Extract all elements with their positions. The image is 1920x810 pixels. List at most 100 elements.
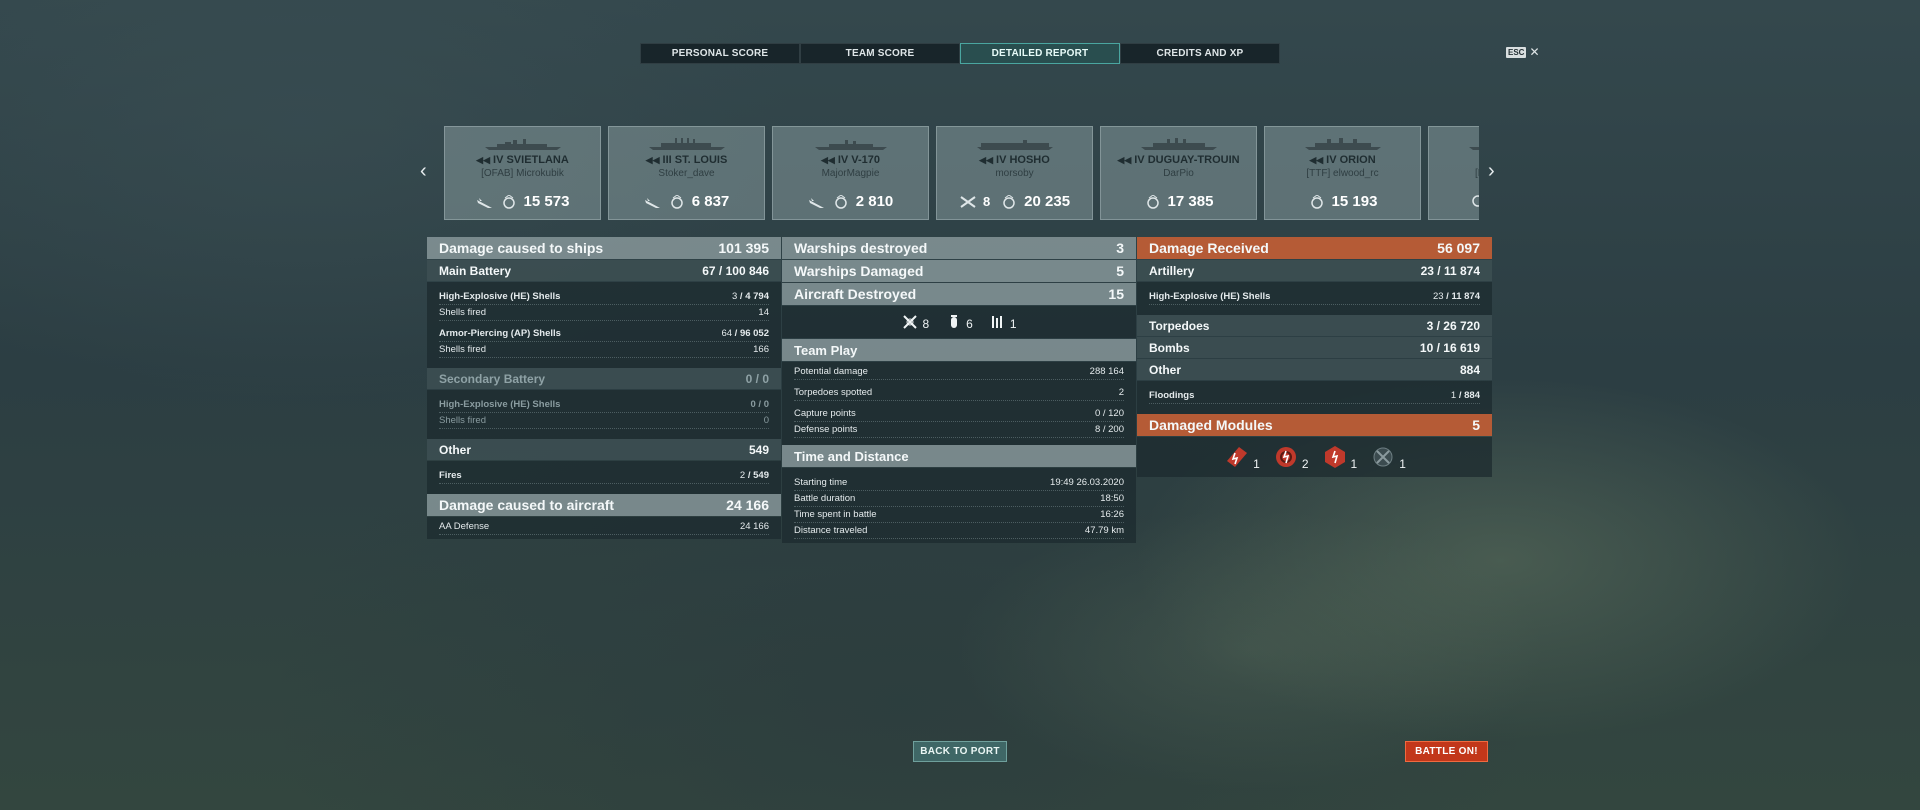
other-received-header: Other 884 — [1137, 359, 1492, 380]
report-tabs: PERSONAL SCORE TEAM SCORE DETAILED REPOR… — [640, 43, 1280, 64]
destroyed-panel: Warships destroyed 3 Warships Damaged 5 Ai… — [782, 237, 1136, 543]
aa-mount-module: 1 — [1369, 443, 1406, 471]
bomb-stat: 6 — [945, 313, 973, 331]
aircraft-destroyed-icons: 8 6 1 — [782, 306, 1136, 338]
stat-row: High-Explosive (HE) Shells 0 / 0 — [439, 397, 769, 413]
warships-destroyed-header: Warships destroyed 3 — [782, 237, 1136, 259]
turret-icon — [1324, 446, 1345, 468]
torpedoes-header: Torpedoes 3 / 26 720 — [1137, 315, 1492, 336]
damage-icon — [834, 194, 847, 209]
stat-row: Battle duration 18:50 — [794, 491, 1124, 507]
ship-card[interactable]: ◀◀ IV V-170 MajorMagpie 2 810 — [772, 126, 929, 220]
stat-row: Potential damage 288 164 — [794, 364, 1124, 380]
damage-caused-header: Damage caused to ships 101 395 — [427, 237, 781, 259]
aircraft-rows: AA Defense 24 166 — [427, 517, 781, 539]
ship-stats: 15 193 — [1265, 193, 1420, 210]
other-damage-header: Other 549 — [427, 439, 781, 460]
player-name: [TTF] elwood_rc — [1306, 168, 1379, 179]
turret-module: 1 — [1321, 443, 1357, 471]
player-name: [M — [1475, 168, 1479, 179]
fighter-kill-icon — [903, 315, 918, 329]
esc-key-badge: ESC — [1506, 46, 1527, 58]
close-button[interactable]: ESC ✕ — [1506, 45, 1540, 59]
close-icon: ✕ — [1529, 45, 1540, 59]
artillery-rows: High-Explosive (HE) Shells 23 / 11 874 — [1137, 282, 1492, 309]
ship-silhouette-icon — [977, 140, 1053, 150]
stat-row: Fires 2 / 549 — [439, 468, 769, 484]
carousel-next-button[interactable]: › — [1488, 160, 1495, 183]
damage-value: 17 385 — [1167, 193, 1214, 210]
damage-value: 6 837 — [691, 193, 730, 210]
other-damage-rows: Fires 2 / 549 — [427, 461, 781, 488]
ship-name: ◀◀ IV V-170 — [820, 154, 881, 166]
player-name: MajorMagpie — [821, 168, 880, 179]
team-play-header: Team Play — [782, 339, 1136, 361]
damage-icon — [502, 194, 515, 209]
ship-carousel: ◀◀ IV SVIETLANA [OFAB] Microkubik 15 573 … — [444, 126, 1479, 220]
tab-personal-score[interactable]: PERSONAL SCORE — [640, 43, 800, 64]
player-name: Stoker_dave — [658, 168, 715, 179]
stat-row: Shells fired 0 — [439, 413, 769, 429]
damage-caused-panel: Damage caused to ships 101 395 Main Batte… — [427, 237, 781, 539]
aircraft-destroyed-header: Aircraft Destroyed 15 — [782, 283, 1136, 305]
damaged-modules-icons: 1 2 1 1 — [1137, 437, 1492, 477]
damage-received-panel: Damage Received 56 097 Artillery 23 / 11 … — [1137, 237, 1492, 477]
torpedo-bomber-icon — [991, 316, 1002, 328]
time-distance-header: Time and Distance — [782, 445, 1136, 467]
stat-row: Shells fired 14 — [439, 305, 769, 321]
plane-icon — [644, 197, 660, 208]
engine-icon — [1227, 447, 1248, 467]
steering-icon — [1275, 447, 1296, 467]
ship-card[interactable]: ◀◀ IV HOSHO morsoby 8 20 235 — [936, 126, 1093, 220]
tab-credits-xp[interactable]: CREDITS AND XP — [1120, 43, 1280, 64]
tab-detailed-report[interactable]: DETAILED REPORT — [960, 43, 1120, 64]
ship-card[interactable]: ◀◀ III ST. LOUIS Stoker_dave 6 837 — [608, 126, 765, 220]
ship-name: ◀◀ IV ORION — [1309, 154, 1376, 166]
stat-row: Starting time 19:49 26.03.2020 — [794, 475, 1124, 491]
damage-icon — [1310, 194, 1323, 209]
damage-received-header: Damage Received 56 097 — [1137, 237, 1492, 259]
stat-row: Capture points 0 / 120 — [794, 406, 1124, 422]
frags-value: 8 — [982, 194, 991, 209]
damage-icon — [1472, 195, 1479, 207]
fighter-kill-stat: 8 — [901, 313, 929, 331]
ship-stats: 2 810 — [773, 193, 928, 210]
plane-icon — [808, 197, 824, 208]
damage-icon — [670, 194, 683, 209]
main-battery-header: Main Battery 67 / 100 846 — [427, 260, 781, 281]
ship-silhouette-icon — [649, 138, 725, 150]
player-name: [OFAB] Microkubik — [481, 168, 564, 179]
stat-row: Defense points 8 / 200 — [794, 422, 1124, 438]
carousel-prev-button[interactable]: ‹ — [420, 160, 427, 183]
other-received-rows: Floodings 1 / 884 — [1137, 381, 1492, 408]
ship-card[interactable]: ◀◀ IV ORION [TTF] elwood_rc 15 193 — [1264, 126, 1421, 220]
damaged-modules-header: Damaged Modules 5 — [1137, 414, 1492, 436]
stat-row: Floodings 1 / 884 — [1149, 388, 1480, 404]
ship-stats: 6 837 — [609, 193, 764, 210]
time-distance-rows: Starting time 19:49 26.03.2020 Battle dur… — [782, 468, 1136, 543]
stat-row: AA Defense 24 166 — [439, 519, 769, 535]
bombs-header: Bombs 10 / 16 619 — [1137, 337, 1492, 358]
ship-stats: 8 20 235 — [937, 193, 1092, 210]
bomb-icon — [951, 315, 958, 328]
damage-value: 20 235 — [1024, 193, 1071, 210]
steering-module: 2 — [1272, 443, 1309, 471]
ship-card[interactable]: ◀◀ IV SVIETLANA [OFAB] Microkubik 15 573 — [444, 126, 601, 220]
stat-row: Distance traveled 47.79 km — [794, 523, 1124, 539]
ship-card[interactable]: [M — [1428, 126, 1479, 220]
player-name: DarPio — [1163, 168, 1194, 179]
damage-value: 15 193 — [1331, 193, 1378, 210]
ship-card[interactable]: ◀◀ IV DUGUAY-TROUIN DarPio 17 385 — [1100, 126, 1257, 220]
plane-icon — [476, 197, 492, 208]
back-to-port-button[interactable]: BACK TO PORT — [913, 741, 1007, 762]
ship-stats — [1429, 193, 1479, 207]
ship-name: ◀◀ IV SVIETLANA — [476, 154, 569, 166]
engine-module: 1 — [1223, 443, 1260, 471]
aa-mount-icon — [1373, 447, 1393, 467]
tab-team-score[interactable]: TEAM SCORE — [800, 43, 960, 64]
battle-on-button[interactable]: BATTLE ON! — [1405, 741, 1488, 762]
secondary-battery-rows: High-Explosive (HE) Shells 0 / 0 Shells f… — [427, 390, 781, 433]
ship-silhouette-icon — [815, 140, 887, 150]
torpedo-bomber-stat: 1 — [989, 313, 1017, 331]
ship-silhouette-icon — [1305, 138, 1381, 150]
